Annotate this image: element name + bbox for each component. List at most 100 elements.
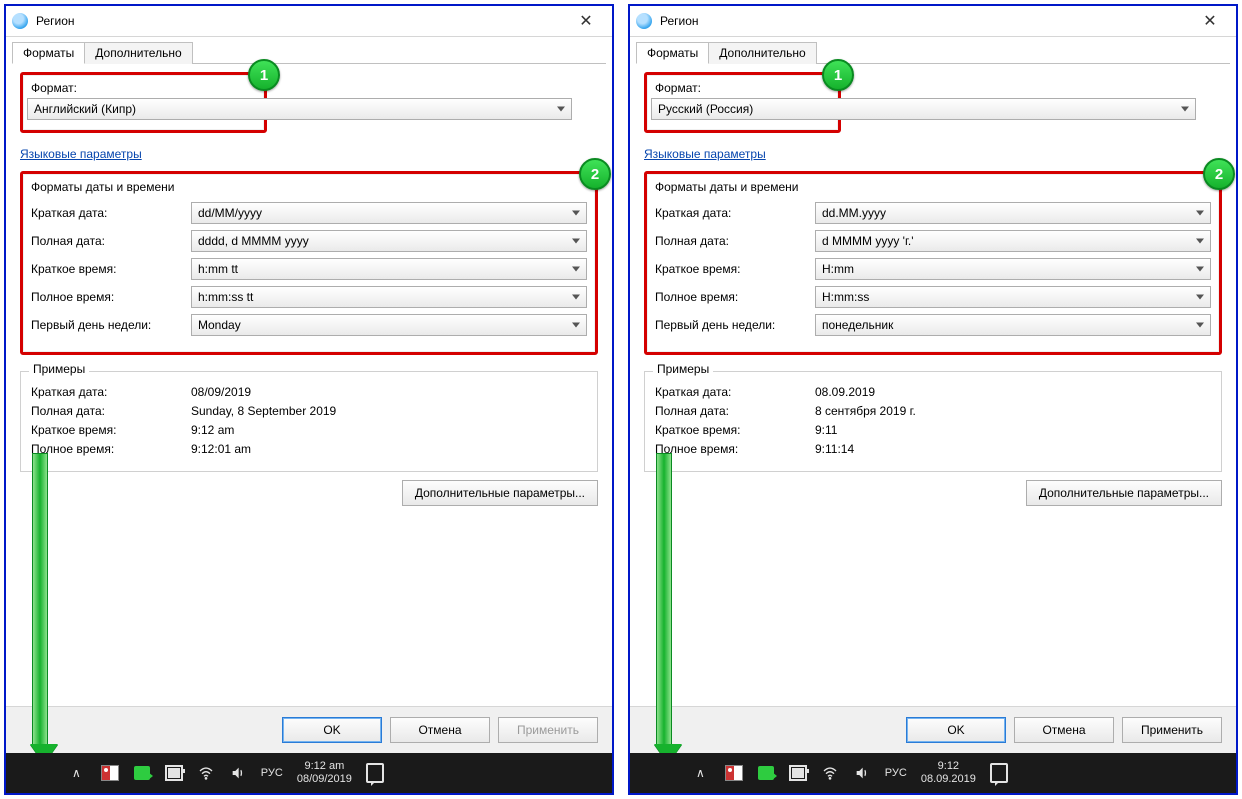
long-date-label: Полная дата: — [655, 234, 815, 248]
row-long-date: Полная дата: d MMMM yyyy 'г.' — [655, 230, 1211, 252]
taskbar-time: 9:12 am — [297, 760, 352, 773]
additional-params-button[interactable]: Дополнительные параметры... — [1026, 480, 1222, 506]
flag-icon[interactable] — [757, 764, 775, 782]
callout-1: 1 — [248, 59, 280, 91]
tray-app-icon[interactable] — [101, 764, 119, 782]
examples-group: Примеры Краткая дата:08/09/2019 Полная д… — [20, 371, 598, 472]
long-date-dropdown[interactable]: dddd, d MMMM yyyy — [191, 230, 587, 252]
short-time-dropdown[interactable]: H:mm — [815, 258, 1211, 280]
ex-short-time-value: 9:11 — [815, 423, 1211, 437]
examples-title: Примеры — [653, 362, 713, 376]
long-date-dropdown[interactable]: d MMMM yyyy 'г.' — [815, 230, 1211, 252]
globe-icon — [636, 13, 652, 29]
tray-overflow-icon[interactable]: ∧ — [66, 762, 87, 784]
additional-params-button[interactable]: Дополнительные параметры... — [402, 480, 598, 506]
tray-app-icon[interactable] — [725, 764, 743, 782]
short-date-label: Краткая дата: — [31, 206, 191, 220]
apply-button[interactable]: Применить — [498, 717, 598, 743]
format-dropdown[interactable]: Английский (Кипр) — [27, 98, 572, 120]
taskbar-lang[interactable]: РУС — [885, 767, 907, 779]
tray-overflow-icon[interactable]: ∧ — [690, 762, 711, 784]
short-time-label: Краткое время: — [655, 262, 815, 276]
dialog-buttons: OK Отмена Применить — [630, 706, 1236, 753]
battery-icon[interactable] — [789, 764, 807, 782]
row-short-date: Краткая дата: dd.MM.yyyy — [655, 202, 1211, 224]
cancel-button[interactable]: Отмена — [1014, 717, 1114, 743]
long-date-label: Полная дата: — [31, 234, 191, 248]
format-highlight: 1 Формат: Английский (Кипр) — [20, 72, 267, 133]
taskbar-clock[interactable]: 9:12 08.09.2019 — [921, 760, 976, 786]
arrow-indicator — [30, 454, 50, 764]
ok-button[interactable]: OK — [282, 717, 382, 743]
long-time-label: Полное время: — [655, 290, 815, 304]
taskbar-date: 08/09/2019 — [297, 773, 352, 786]
language-params-link[interactable]: Языковые параметры — [644, 147, 1222, 161]
format-value: Русский (Россия) — [658, 102, 753, 116]
first-day-dropdown[interactable]: Monday — [191, 314, 587, 336]
ex-short-date-label: Краткая дата: — [655, 385, 815, 399]
ex-long-time-label: Полное время: — [655, 442, 815, 456]
tab-formats[interactable]: Форматы — [12, 42, 85, 64]
titlebar[interactable]: Регион ✕ — [630, 6, 1236, 37]
tab-formats[interactable]: Форматы — [636, 42, 709, 64]
tabs: Форматы Дополнительно — [636, 41, 1230, 64]
tab-advanced[interactable]: Дополнительно — [708, 42, 816, 64]
taskbar-date: 08.09.2019 — [921, 773, 976, 786]
examples-title: Примеры — [29, 362, 89, 376]
long-time-dropdown[interactable]: h:mm:ss tt — [191, 286, 587, 308]
ex-short-time-value: 9:12 am — [191, 423, 587, 437]
dialog-buttons: OK Отмена Применить — [6, 706, 612, 753]
section-title: Форматы даты и времени — [31, 180, 587, 194]
row-first-day: Первый день недели: понедельник — [655, 314, 1211, 336]
format-dropdown[interactable]: Русский (Россия) — [651, 98, 1196, 120]
short-time-dropdown[interactable]: h:mm tt — [191, 258, 587, 280]
short-time-label: Краткое время: — [31, 262, 191, 276]
wifi-icon[interactable] — [821, 764, 839, 782]
datetime-highlight: 2 Форматы даты и времени Краткая дата: d… — [20, 171, 598, 355]
ex-long-date-label: Полная дата: — [655, 404, 815, 418]
long-time-dropdown[interactable]: H:mm:ss — [815, 286, 1211, 308]
ex-short-date-value: 08.09.2019 — [815, 385, 1211, 399]
first-day-label: Первый день недели: — [655, 318, 815, 332]
cancel-button[interactable]: Отмена — [390, 717, 490, 743]
ex-short-time-label: Краткое время: — [31, 423, 191, 437]
short-date-dropdown[interactable]: dd.MM.yyyy — [815, 202, 1211, 224]
ex-short-date-label: Краткая дата: — [31, 385, 191, 399]
taskbar[interactable]: ∧ РУС 9:12 am 08/09/2019 — [6, 753, 612, 793]
notification-icon[interactable] — [990, 764, 1008, 782]
close-icon[interactable]: ✕ — [566, 9, 606, 33]
callout-2: 2 — [579, 158, 611, 190]
ex-long-date-value: Sunday, 8 September 2019 — [191, 404, 587, 418]
flag-icon[interactable] — [133, 764, 151, 782]
ex-short-time-label: Краткое время: — [655, 423, 815, 437]
ex-short-date-value: 08/09/2019 — [191, 385, 587, 399]
format-value: Английский (Кипр) — [34, 102, 136, 116]
row-short-date: Краткая дата: dd/MM/yyyy — [31, 202, 587, 224]
apply-button[interactable]: Применить — [1122, 717, 1222, 743]
volume-icon[interactable] — [853, 764, 871, 782]
row-short-time: Краткое время: h:mm tt — [31, 258, 587, 280]
taskbar-clock[interactable]: 9:12 am 08/09/2019 — [297, 760, 352, 786]
taskbar[interactable]: ∧ РУС 9:12 08.09.2019 — [630, 753, 1236, 793]
short-date-dropdown[interactable]: dd/MM/yyyy — [191, 202, 587, 224]
datetime-highlight: 2 Форматы даты и времени Краткая дата: d… — [644, 171, 1222, 355]
ok-button[interactable]: OK — [906, 717, 1006, 743]
notification-icon[interactable] — [366, 764, 384, 782]
titlebar[interactable]: Регион ✕ — [6, 6, 612, 37]
callout-1: 1 — [822, 59, 854, 91]
row-long-date: Полная дата: dddd, d MMMM yyyy — [31, 230, 587, 252]
content: 1 Формат: Русский (Россия) Языковые пара… — [630, 64, 1236, 706]
taskbar-lang[interactable]: РУС — [261, 767, 283, 779]
language-params-link[interactable]: Языковые параметры — [20, 147, 598, 161]
ex-long-date-label: Полная дата: — [31, 404, 191, 418]
ex-long-time-value: 9:12:01 am — [191, 442, 587, 456]
short-date-label: Краткая дата: — [655, 206, 815, 220]
examples-group: Примеры Краткая дата:08.09.2019 Полная д… — [644, 371, 1222, 472]
tab-advanced[interactable]: Дополнительно — [84, 42, 192, 64]
volume-icon[interactable] — [229, 764, 247, 782]
first-day-dropdown[interactable]: понедельник — [815, 314, 1211, 336]
region-dialog-left: Регион ✕ Форматы Дополнительно 1 Формат:… — [4, 4, 614, 795]
battery-icon[interactable] — [165, 764, 183, 782]
wifi-icon[interactable] — [197, 764, 215, 782]
close-icon[interactable]: ✕ — [1190, 9, 1230, 33]
